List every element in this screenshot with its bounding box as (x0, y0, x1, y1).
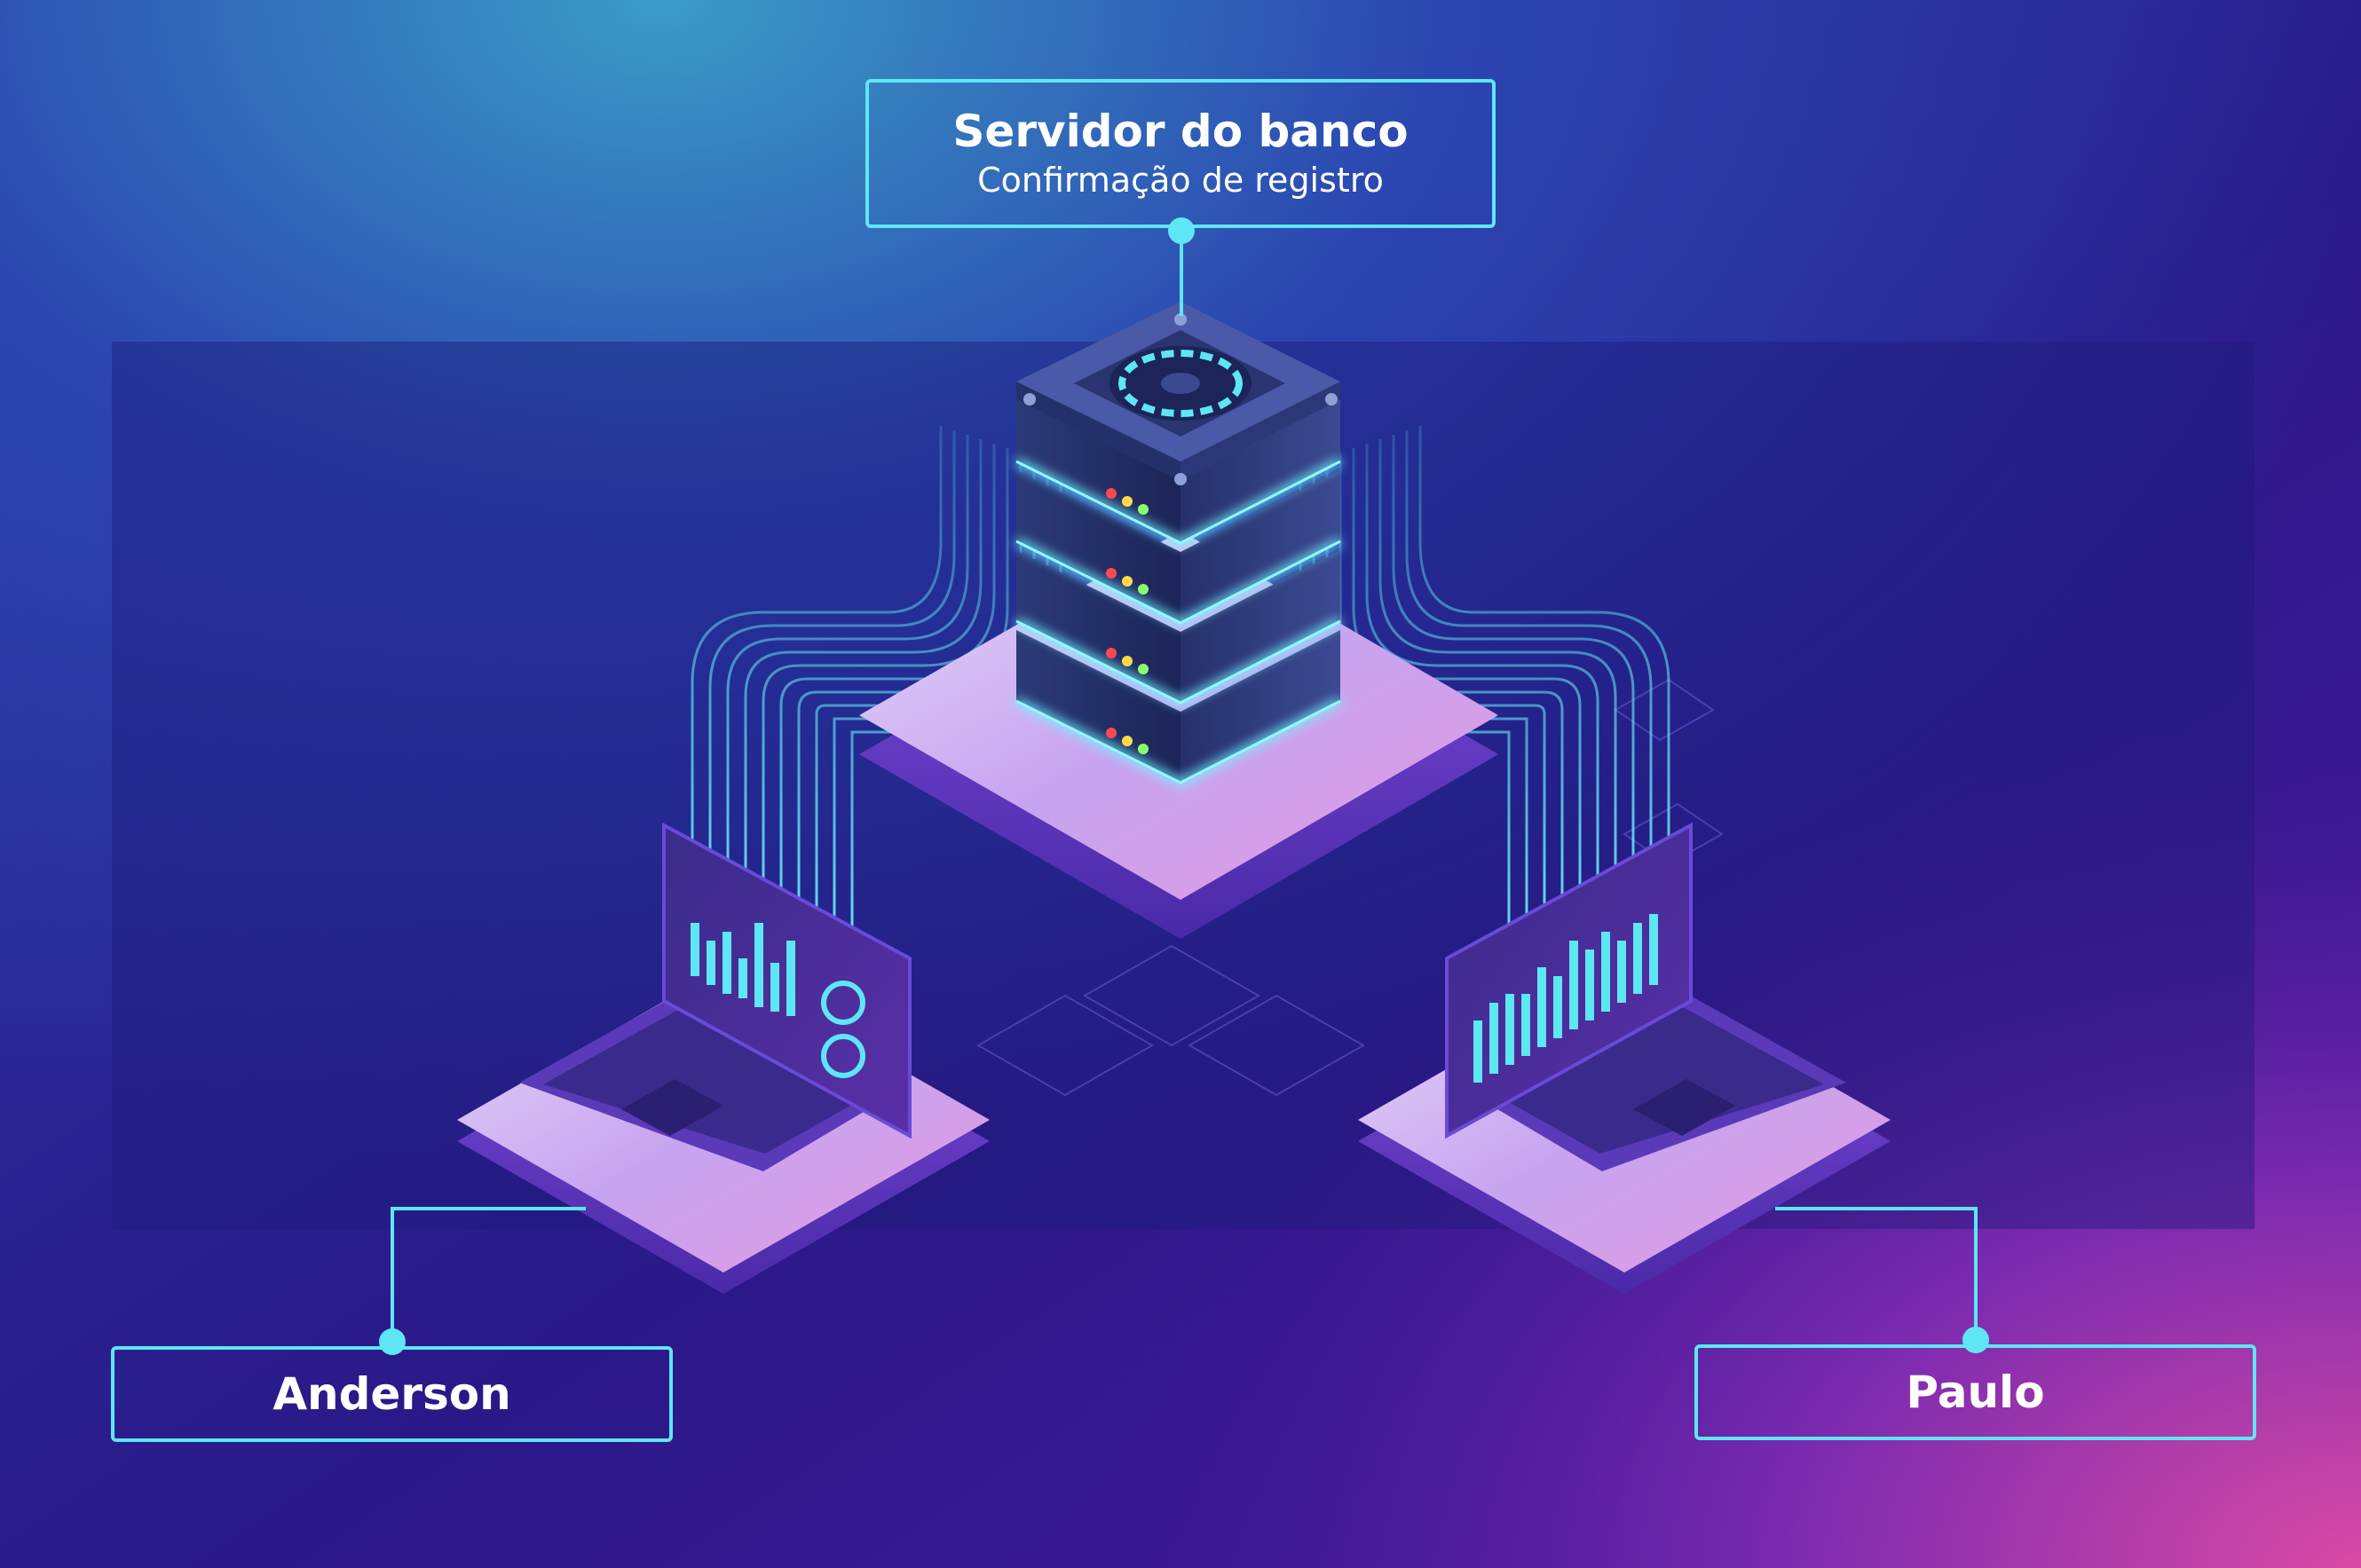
server-label-box: Servidor do banco Confirmação de registr… (865, 79, 1496, 228)
network-diagram: Servidor do banco Confirmação de registr… (0, 0, 2361, 1568)
client-label-paulo: Paulo (1694, 1344, 2256, 1440)
server-title: Servidor do banco (952, 106, 1409, 157)
server-subtitle: Confirmação de registro (977, 161, 1384, 200)
diagram-artwork (0, 0, 2361, 1568)
client-name-anderson: Anderson (272, 1368, 511, 1420)
client-label-anderson: Anderson (111, 1346, 673, 1442)
client-name-paulo: Paulo (1906, 1367, 2045, 1418)
